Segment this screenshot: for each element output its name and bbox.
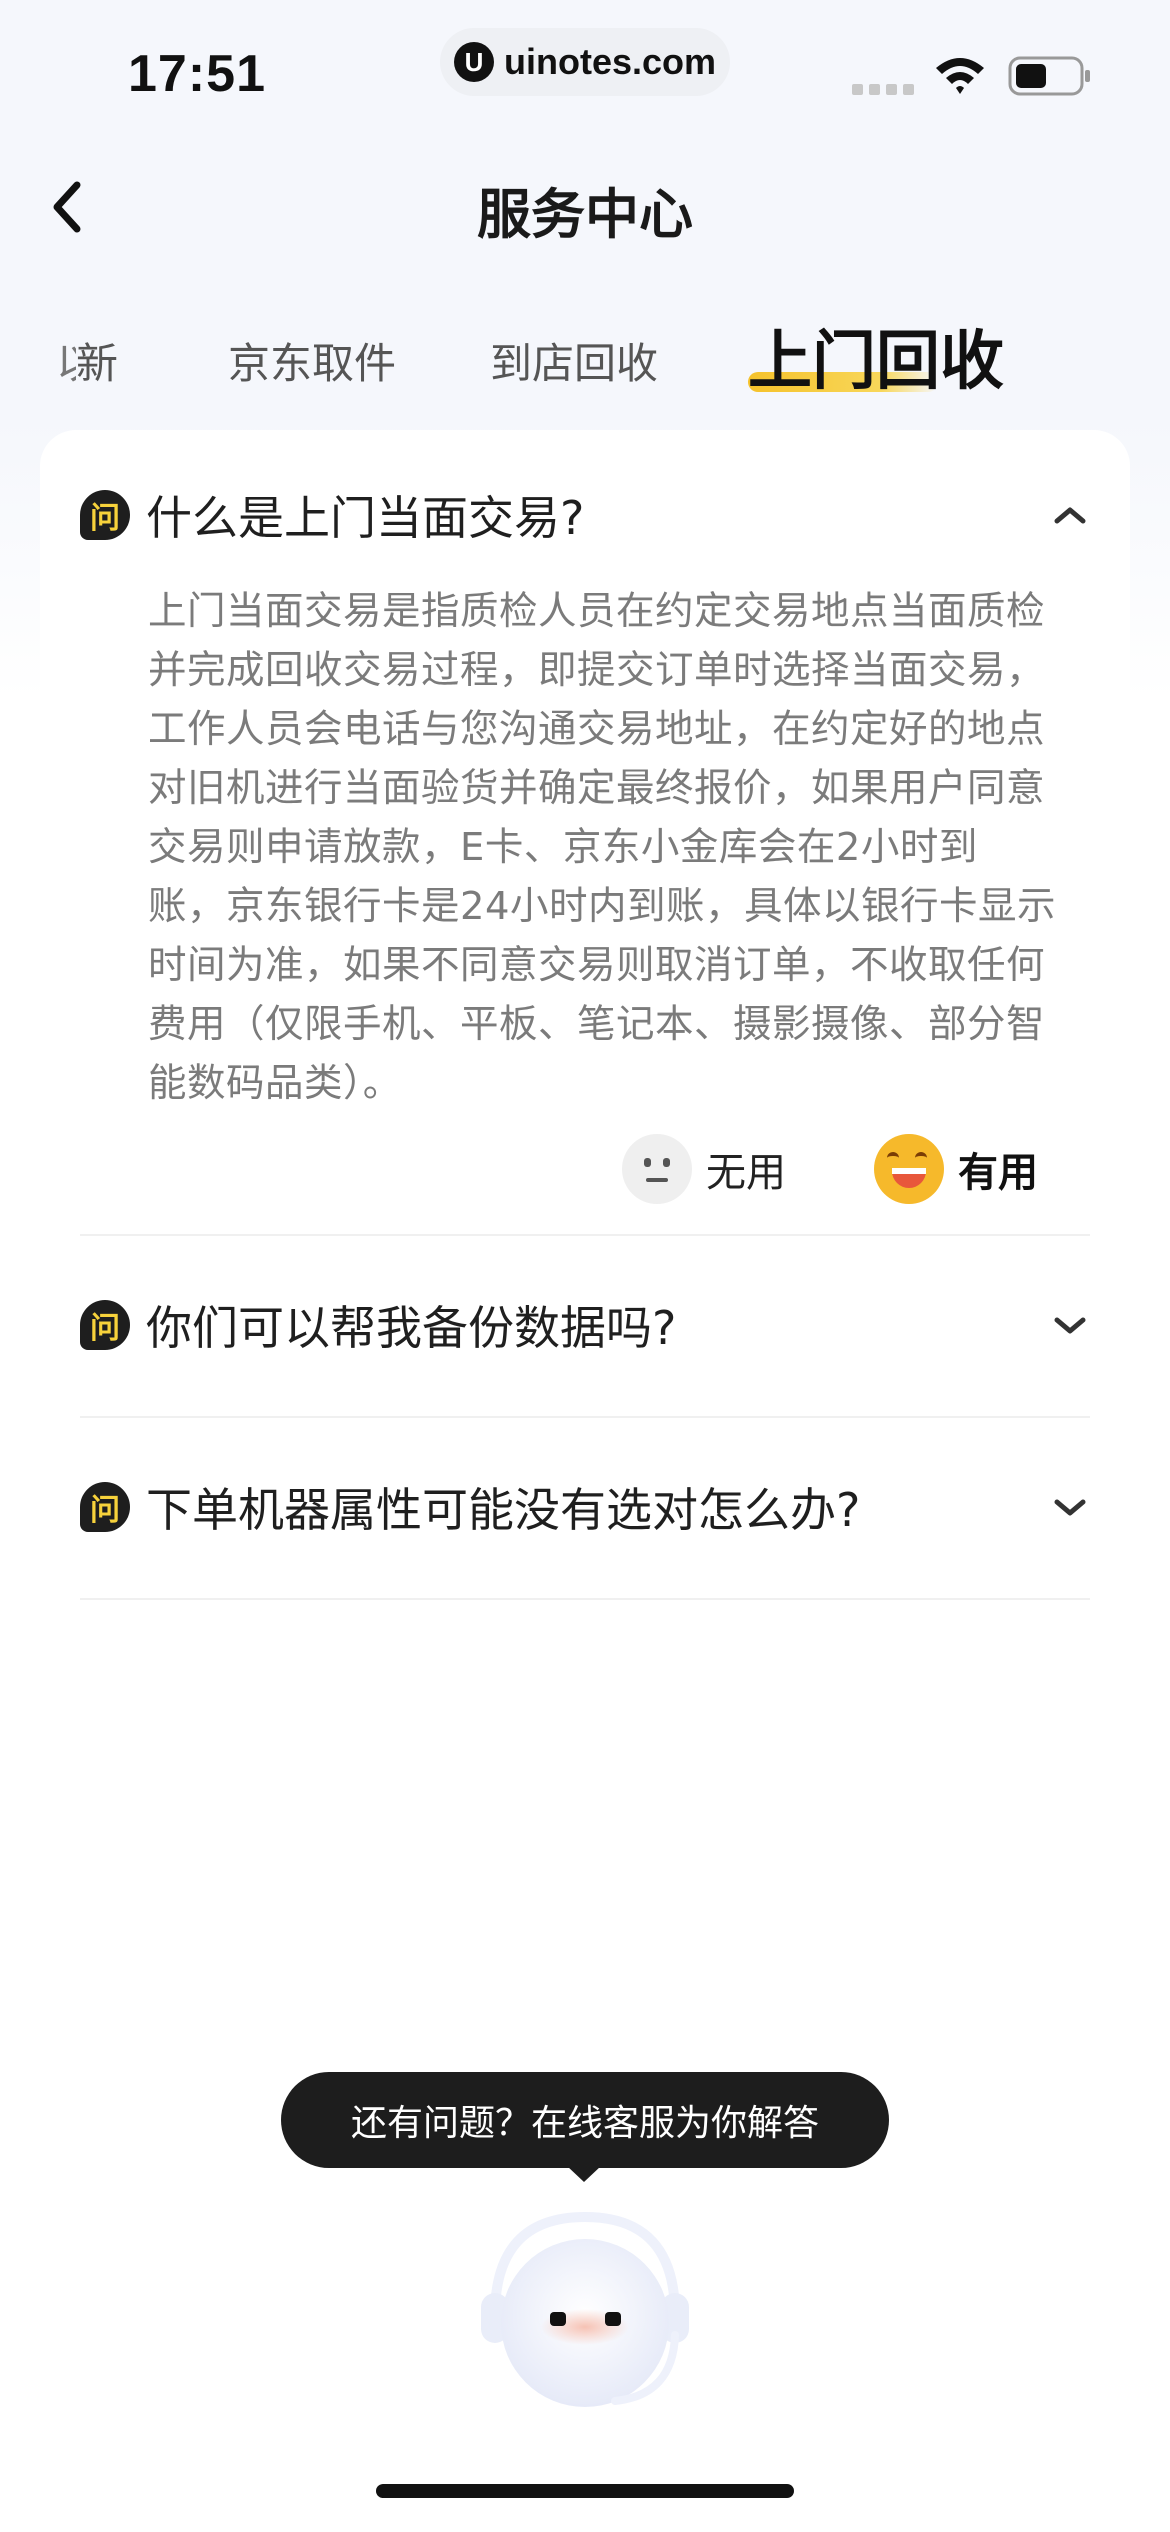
online-service-bubble[interactable]: 还有问题？在线客服为你解答 bbox=[281, 2072, 889, 2168]
cellular-signal-icon bbox=[852, 84, 914, 95]
happy-face-icon bbox=[874, 1134, 944, 1204]
chevron-down-icon[interactable] bbox=[1050, 1305, 1090, 1345]
useless-label: 无用 bbox=[706, 1150, 786, 1196]
chevron-up-icon[interactable] bbox=[1050, 495, 1090, 535]
service-center-page: 17:51 U uinotes.com 服务中心 以新 京东取件 到店回收 上门… bbox=[0, 0, 1170, 2532]
faq-question-text: 什么是上门当面交易? bbox=[146, 491, 585, 545]
useless-button[interactable]: 无用 bbox=[622, 1134, 786, 1204]
answer-line: 能数码品类）。 bbox=[148, 1061, 402, 1106]
question-badge-icon: 问 bbox=[80, 1482, 130, 1532]
tab-jd-pickup[interactable]: 京东取件 bbox=[228, 330, 396, 391]
tab-home-recycle[interactable]: 上门回收 bbox=[748, 310, 1004, 402]
question-badge-icon: 问 bbox=[80, 1300, 130, 1350]
answer-line: 工作人员会电话与您沟通交易地址，在约定好的地点 bbox=[148, 707, 1046, 752]
faq-question-3[interactable]: 问 下单机器属性可能没有选对怎么办? bbox=[80, 1474, 1090, 1540]
faq-answer-1: 上门当面交易是指质检人员在约定交易地点当面质检 并完成回收交易过程，即提交订单时… bbox=[148, 582, 1128, 1113]
status-time: 17:51 bbox=[128, 45, 266, 103]
answer-line: 对旧机进行当面验货并确定最终报价，如果用户同意 bbox=[148, 766, 1046, 811]
url-text: uinotes.com bbox=[503, 41, 717, 82]
answer-line: 并完成回收交易过程，即提交订单时选择当面交易， bbox=[148, 648, 1046, 693]
site-logo-icon: U bbox=[453, 42, 494, 82]
answer-line: 上门当面交易是指质检人员在约定交易地点当面质检 bbox=[148, 589, 1046, 634]
customer-service-robot-icon[interactable] bbox=[455, 2205, 715, 2425]
page-title: 服务中心 bbox=[477, 183, 693, 246]
useful-label: 有用 bbox=[958, 1150, 1038, 1196]
bubble-tail bbox=[567, 2166, 601, 2182]
question-badge-icon: 问 bbox=[80, 490, 130, 540]
answer-line: 费用（仅限手机、平板、笔记本、摄影摄像、部分智 bbox=[148, 1002, 1046, 1047]
tab-trade-in[interactable]: 以新 bbox=[56, 330, 118, 391]
answer-line: 交易则申请放款，E卡、京东小金库会在2小时到 bbox=[148, 825, 978, 870]
divider bbox=[80, 1234, 1090, 1236]
wifi-icon bbox=[936, 58, 984, 94]
answer-line: 账，京东银行卡是24小时内到账，具体以银行卡显示 bbox=[148, 884, 1056, 929]
chevron-down-icon[interactable] bbox=[1050, 1487, 1090, 1527]
answer-line: 时间为准，如果不同意交易则取消订单，不收取任何 bbox=[148, 943, 1046, 988]
faq-question-2[interactable]: 问 你们可以帮我备份数据吗? bbox=[80, 1292, 1090, 1358]
tab-store-recycle[interactable]: 到店回收 bbox=[490, 330, 658, 391]
divider bbox=[80, 1598, 1090, 1600]
divider bbox=[80, 1416, 1090, 1418]
neutral-face-icon bbox=[622, 1134, 692, 1204]
url-pill: U uinotes.com bbox=[440, 28, 730, 96]
home-indicator bbox=[376, 2484, 794, 2498]
faq-question-text: 你们可以帮我备份数据吗? bbox=[146, 1301, 677, 1355]
category-tabs: 以新 京东取件 到店回收 上门回收 bbox=[0, 300, 1170, 420]
battery-icon bbox=[1008, 56, 1090, 96]
useful-button[interactable]: 有用 bbox=[874, 1134, 1038, 1204]
faq-question-text: 下单机器属性可能没有选对怎么办? bbox=[146, 1483, 861, 1537]
faq-question-1[interactable]: 问 什么是上门当面交易? bbox=[80, 482, 1090, 548]
